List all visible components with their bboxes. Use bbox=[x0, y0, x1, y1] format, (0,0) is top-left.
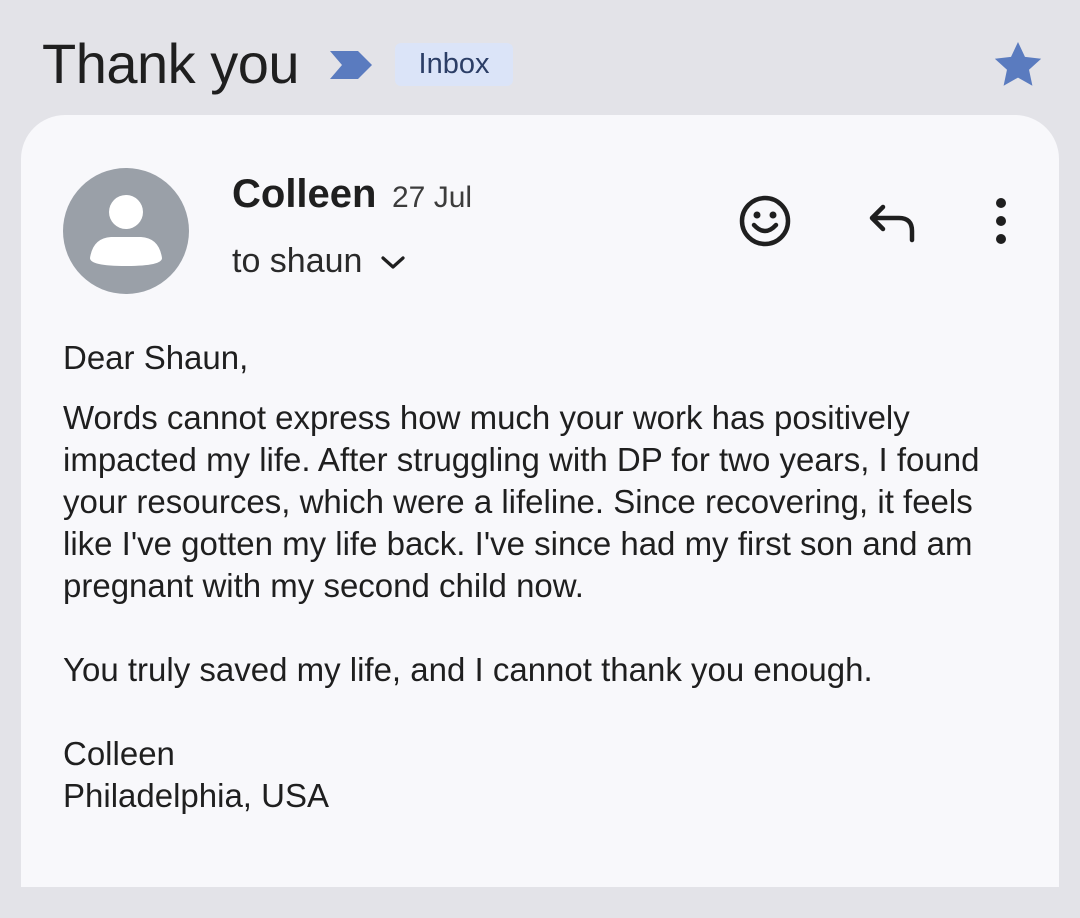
chevron-down-icon bbox=[381, 256, 406, 269]
emoji-reaction-icon[interactable] bbox=[737, 193, 793, 249]
email-greeting: Dear Shaun, bbox=[63, 339, 249, 376]
reply-icon[interactable] bbox=[867, 201, 919, 245]
sender-name[interactable]: Colleen bbox=[232, 170, 376, 218]
email-body: Dear Shaun, Words cannot express how muc… bbox=[63, 337, 1023, 817]
recipient-text: to shaun bbox=[232, 242, 363, 280]
star-icon[interactable] bbox=[990, 38, 1046, 92]
more-vertical-icon[interactable] bbox=[989, 197, 1013, 245]
email-message-card: Colleen 27 Jul to shaun Dear Shaun, Word… bbox=[21, 115, 1059, 887]
person-avatar-icon bbox=[90, 195, 162, 266]
inbox-label-chip[interactable]: Inbox bbox=[395, 43, 513, 86]
sender-avatar[interactable] bbox=[63, 168, 189, 294]
importance-marker-icon[interactable] bbox=[328, 49, 374, 81]
email-paragraph: You truly saved my life, and I cannot th… bbox=[63, 651, 873, 688]
message-date: 27 Jul bbox=[392, 181, 473, 214]
signature-name: Colleen bbox=[63, 735, 175, 772]
email-paragraph: Words cannot express how much your work … bbox=[63, 399, 980, 604]
recipient-details-toggle[interactable]: to shaun bbox=[232, 237, 406, 285]
email-header: Thank you Inbox bbox=[0, 0, 1080, 115]
signature-location: Philadelphia, USA bbox=[63, 777, 329, 814]
email-subject: Thank you bbox=[42, 32, 300, 95]
